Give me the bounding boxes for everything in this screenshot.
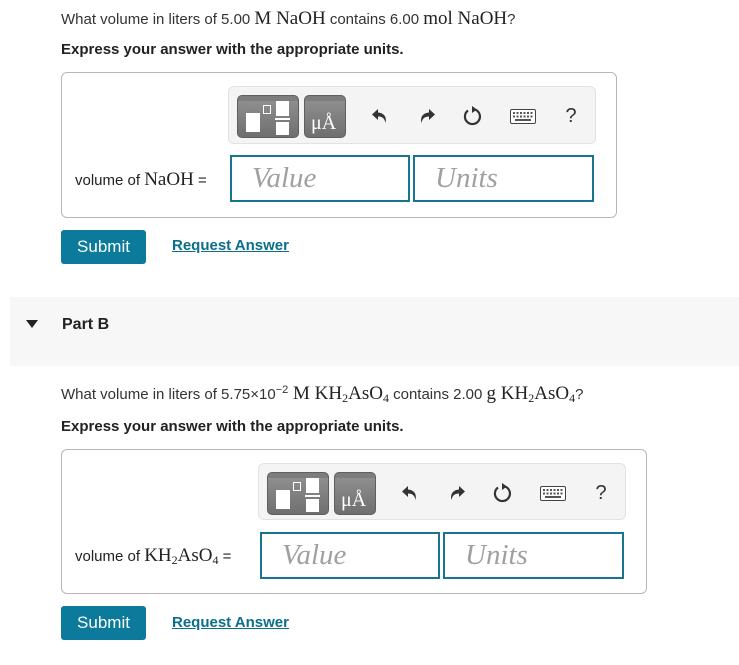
answer-label: volume of KH2AsO4 = <box>75 545 231 568</box>
triangle-down-icon <box>26 320 38 328</box>
part-b-answer-box: μÅ ? volume of KH2AsO4 = <box>61 449 647 594</box>
value-input[interactable] <box>260 532 440 579</box>
question-text: ? <box>507 11 516 28</box>
part-a-question: What volume in liters of 5.00 M NaOH con… <box>61 8 516 30</box>
redo-icon <box>421 109 435 123</box>
request-answer-link[interactable]: Request Answer <box>172 614 289 631</box>
part-b-question: What volume in liters of 5.75×10−2 M KH2… <box>61 383 583 406</box>
label-formula: KH2AsO4 <box>144 545 218 567</box>
reset-button[interactable] <box>489 478 517 508</box>
math-toolbar: μÅ ? <box>228 86 596 144</box>
exponent: −2 <box>275 384 289 396</box>
units-icon: μÅ <box>311 112 337 134</box>
answer-label: volume of NaOH = <box>75 169 207 191</box>
submit-button[interactable]: Submit <box>61 606 146 640</box>
keyboard-button[interactable] <box>538 478 568 508</box>
label-equals: = <box>218 548 232 565</box>
math-concentration: M KH2AsO4 <box>288 383 389 405</box>
units-button[interactable]: μÅ <box>304 95 346 138</box>
templates-button[interactable] <box>237 95 299 138</box>
keyboard-icon <box>540 485 566 501</box>
reset-button[interactable] <box>459 101 487 131</box>
math-mass: g KH2AsO4 <box>486 383 576 405</box>
label-formula: NaOH <box>144 169 194 190</box>
undo-button[interactable] <box>396 478 424 508</box>
undo-button[interactable] <box>366 101 394 131</box>
part-b-header[interactable]: Part B <box>10 297 739 366</box>
part-a-answer-box: μÅ ? volume of NaOH = <box>61 72 617 218</box>
part-b-title: Part B <box>62 316 110 333</box>
submit-button[interactable]: Submit <box>61 230 146 264</box>
help-icon: ? <box>595 481 607 504</box>
label-equals: = <box>193 172 207 189</box>
help-button[interactable]: ? <box>557 101 585 131</box>
reset-icon <box>493 483 512 503</box>
keyboard-icon <box>510 108 536 124</box>
part-a-instruction: Express your answer with the appropriate… <box>61 41 404 58</box>
formula-part: AsO <box>534 383 570 404</box>
question-text: contains 2.00 <box>388 386 487 403</box>
value-input[interactable] <box>230 155 410 202</box>
help-icon: ? <box>565 104 577 127</box>
redo-button[interactable] <box>443 478 471 508</box>
redo-icon <box>451 486 465 500</box>
label-text: volume of <box>75 548 145 565</box>
formula-part: KH <box>144 545 172 566</box>
formula-part: AsO <box>348 383 383 404</box>
math-amount: mol NaOH <box>423 8 508 29</box>
keyboard-button[interactable] <box>508 101 538 131</box>
units-icon: μÅ <box>341 489 367 511</box>
question-text: What volume in liters of 5.75×10 <box>61 386 276 403</box>
units-button[interactable]: μÅ <box>334 472 376 515</box>
formula-part: M KH <box>288 383 343 404</box>
math-toolbar: μÅ ? <box>258 463 626 520</box>
units-input[interactable] <box>413 155 594 202</box>
part-b-instruction: Express your answer with the appropriate… <box>61 418 404 435</box>
question-text: ? <box>575 386 584 403</box>
help-button[interactable]: ? <box>587 478 615 508</box>
question-text: What volume in liters of 5.00 <box>61 11 255 28</box>
request-answer-link[interactable]: Request Answer <box>172 237 289 254</box>
label-text: volume of <box>75 172 145 189</box>
undo-icon <box>402 486 416 500</box>
undo-icon <box>372 109 386 123</box>
units-input[interactable] <box>443 532 624 579</box>
redo-button[interactable] <box>413 101 441 131</box>
templates-button[interactable] <box>267 472 329 515</box>
math-concentration: M NaOH <box>254 8 326 29</box>
formula-part: AsO <box>177 545 213 566</box>
question-text: contains 6.00 <box>325 11 424 28</box>
reset-icon <box>463 106 482 126</box>
formula-part: g KH <box>486 383 529 404</box>
